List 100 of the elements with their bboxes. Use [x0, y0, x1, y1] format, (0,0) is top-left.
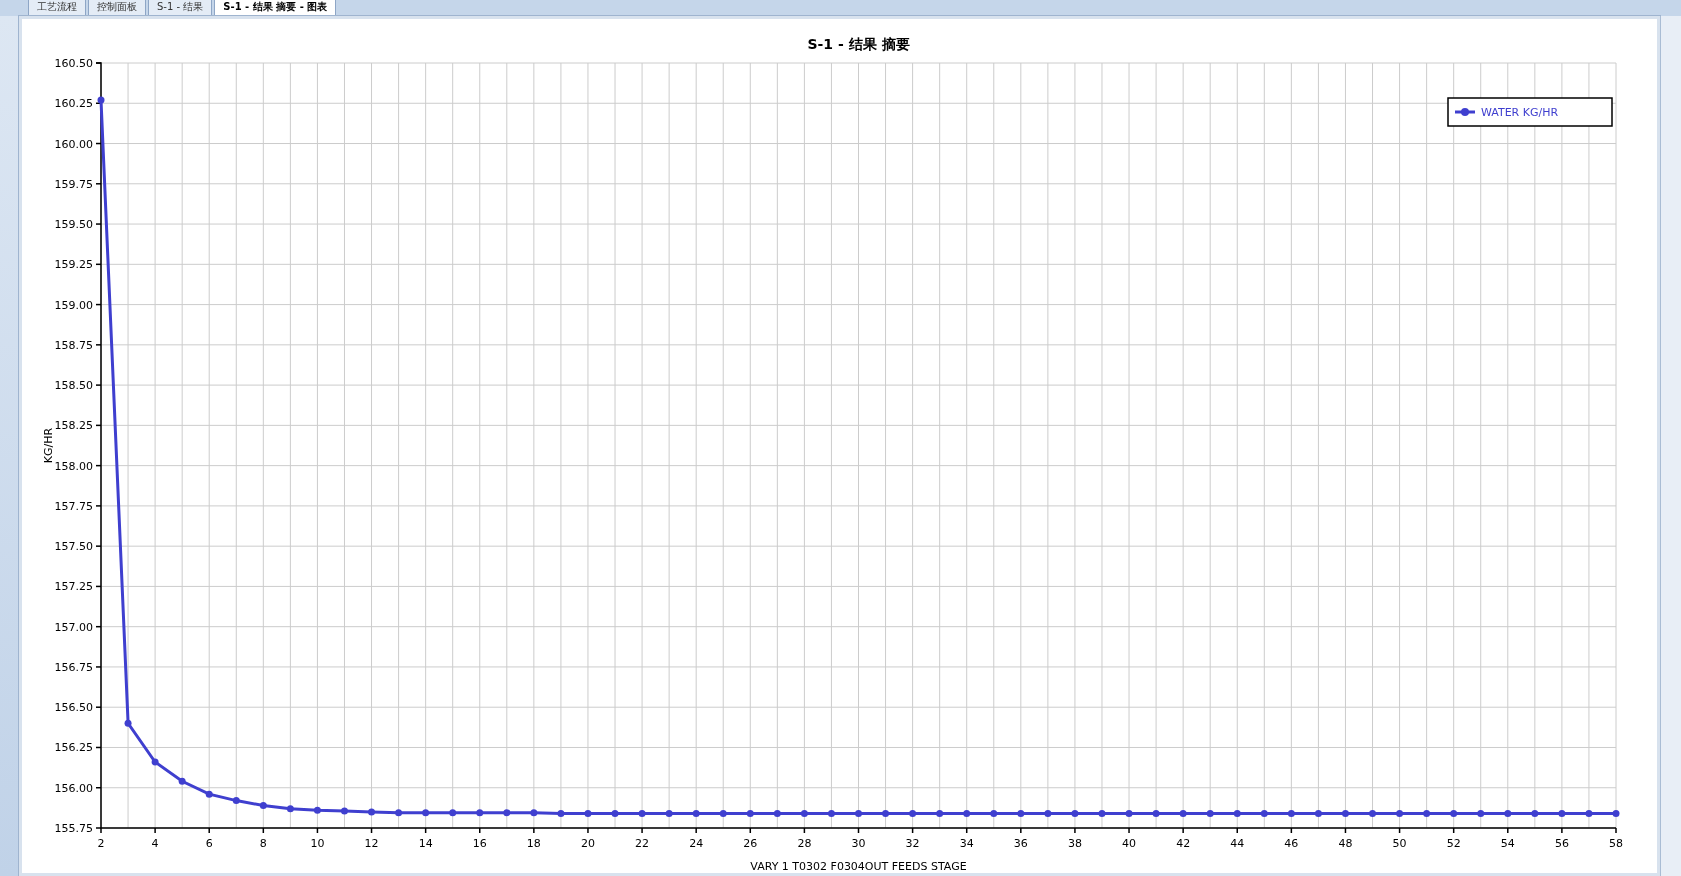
x-axis-label: VARY 1 T0302 F0304OUT FEEDS STAGE	[750, 860, 967, 873]
data-point	[1179, 810, 1187, 817]
x-tick-label: 40	[1122, 837, 1137, 850]
x-tick-label: 30	[851, 837, 866, 850]
data-point	[1531, 810, 1539, 817]
x-tick-label: 24	[689, 837, 704, 850]
tab[interactable]: S-1 - 结果 摘要 - 图表	[214, 0, 337, 16]
x-tick-label: 46	[1284, 837, 1299, 850]
x-tick-label: 44	[1230, 837, 1245, 850]
legend-marker-icon	[1455, 108, 1475, 116]
data-point	[1504, 810, 1512, 817]
y-tick-label: 157.50	[54, 540, 93, 554]
data-point	[97, 96, 105, 104]
data-point	[124, 719, 132, 727]
data-point	[1314, 810, 1322, 817]
x-tick-label: 48	[1338, 837, 1353, 850]
y-tick-label: 157.00	[54, 620, 93, 634]
data-point	[1612, 810, 1620, 817]
y-tick-label: 157.75	[54, 499, 93, 513]
data-point	[1206, 810, 1214, 817]
x-tick-label: 36	[1013, 837, 1028, 850]
data-point	[1369, 810, 1376, 817]
tab[interactable]: S-1 - 结果	[148, 0, 213, 16]
data-point	[1450, 810, 1458, 817]
y-tick-label: 160.00	[54, 137, 93, 151]
y-tick-label: 159.75	[54, 177, 93, 191]
y-tick-label: 156.00	[54, 781, 93, 795]
data-point	[638, 810, 646, 817]
y-tick-label: 160.25	[54, 97, 93, 111]
x-tick-label: 6	[205, 837, 213, 850]
x-tick-label: 4	[151, 837, 159, 850]
data-point	[313, 806, 321, 814]
x-tick-label: 58	[1609, 837, 1623, 850]
data-point	[1423, 810, 1431, 817]
x-tick-label: 54	[1500, 837, 1515, 850]
data-point	[422, 809, 430, 817]
data-point	[1125, 810, 1133, 817]
data-point	[1477, 810, 1485, 817]
data-point	[151, 758, 159, 766]
y-tick-label: 156.25	[54, 741, 93, 755]
data-point	[341, 807, 348, 815]
x-tick-label: 2	[97, 837, 105, 850]
x-tick-label: 50	[1392, 837, 1407, 850]
y-tick-label: 158.00	[54, 459, 93, 473]
data-point	[827, 810, 835, 817]
data-point	[1558, 810, 1566, 817]
data-point	[909, 810, 917, 817]
y-tick-label: 159.50	[54, 218, 93, 232]
data-point	[232, 797, 240, 805]
x-tick-label: 34	[959, 837, 974, 850]
data-point	[584, 810, 592, 817]
data-point	[1233, 810, 1241, 817]
x-tick-label: 26	[743, 837, 758, 850]
x-tick-label: 28	[797, 837, 812, 850]
data-point	[611, 810, 619, 817]
data-point	[1341, 810, 1349, 817]
data-point	[1260, 810, 1268, 817]
data-point	[395, 809, 403, 817]
data-point	[1396, 810, 1404, 817]
x-tick-label: 32	[905, 837, 920, 850]
x-tick-label: 8	[259, 837, 267, 850]
data-point	[1585, 810, 1593, 817]
y-tick-label: 158.75	[54, 338, 93, 352]
legend-label: WATER KG/HR	[1481, 106, 1559, 119]
x-tick-label: 52	[1446, 837, 1461, 850]
x-tick-label: 38	[1067, 837, 1082, 850]
x-tick-label: 10	[310, 837, 325, 850]
data-point	[990, 810, 998, 817]
y-axis-label: KG/HR	[42, 427, 55, 464]
data-point	[476, 809, 484, 817]
y-tick-label: 157.25	[54, 580, 93, 594]
data-point	[1017, 810, 1025, 817]
data-point	[449, 809, 457, 817]
data-point	[1098, 810, 1106, 817]
tab[interactable]: 工艺流程	[28, 0, 86, 16]
data-point	[936, 810, 944, 817]
data-point	[963, 810, 971, 817]
data-point	[1152, 810, 1160, 817]
data-point	[746, 810, 754, 817]
data-point	[692, 810, 700, 817]
data-point	[1071, 810, 1079, 817]
x-tick-label: 16	[472, 837, 487, 850]
x-tick-label: 12	[364, 837, 379, 850]
data-point	[665, 810, 673, 817]
data-point	[773, 810, 781, 817]
x-tick-label: 22	[635, 837, 650, 850]
data-point	[286, 805, 294, 813]
y-tick-label: 158.50	[54, 379, 93, 393]
y-tick-label: 159.00	[54, 298, 93, 312]
data-point	[368, 808, 376, 816]
chart-title: S-1 - 结果 摘要	[807, 36, 910, 52]
data-point	[205, 790, 213, 798]
data-point	[1044, 810, 1052, 817]
data-point	[882, 810, 890, 817]
data-point	[800, 810, 808, 817]
tab[interactable]: 控制面板	[88, 0, 146, 16]
x-tick-label: 20	[580, 837, 595, 850]
data-point	[259, 801, 267, 809]
y-tick-label: 156.75	[54, 660, 93, 674]
data-point	[503, 809, 511, 817]
